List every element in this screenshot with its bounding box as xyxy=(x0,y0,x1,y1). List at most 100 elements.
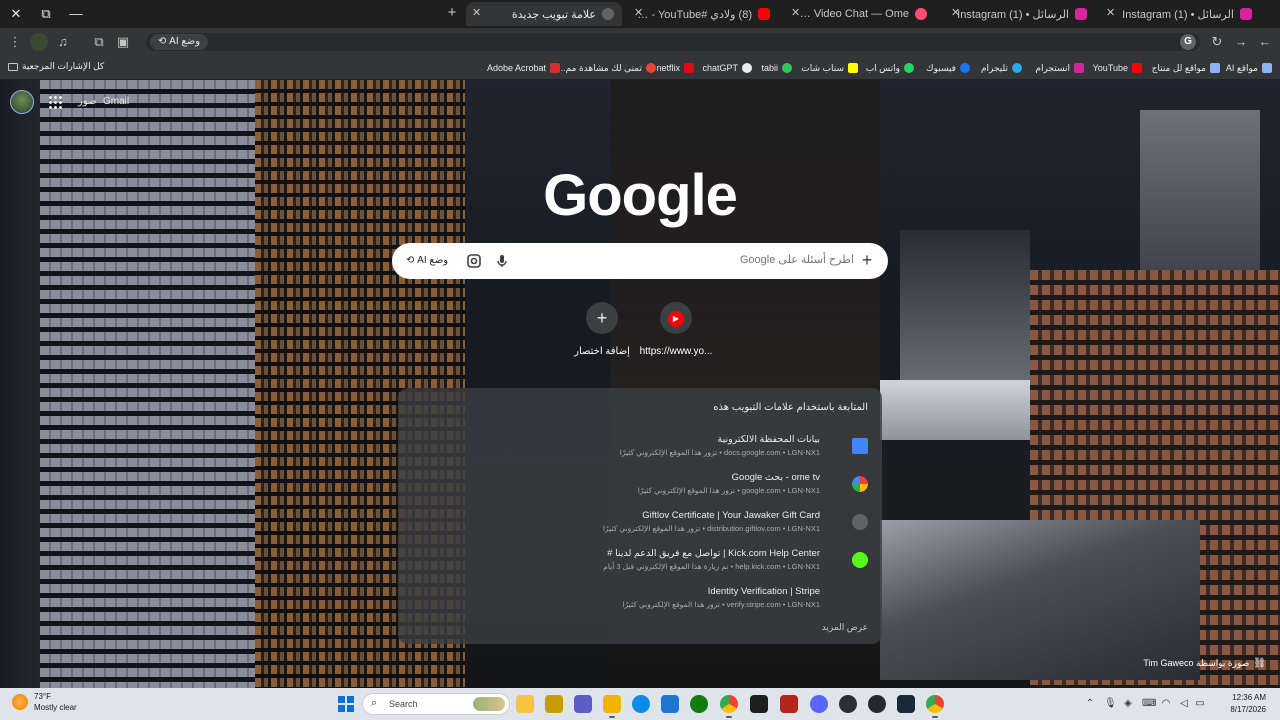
folder-icon[interactable] xyxy=(603,695,621,718)
keyboard-icon[interactable]: ⌨ xyxy=(1142,698,1156,709)
bookmark-tabii[interactable]: tabii xyxy=(761,61,792,75)
microphone-icon[interactable] xyxy=(494,253,510,269)
bookmark-chatgpt[interactable]: chatGPT xyxy=(702,61,752,75)
tab-ometv[interactable]: OmeTV Video Chat — Ome ✕ xyxy=(785,2,935,26)
github-icon[interactable] xyxy=(868,695,886,713)
microphone-icon[interactable]: 🎙 xyxy=(1104,698,1117,709)
bookmark-montage-sites[interactable]: مواقع لل منتاج xyxy=(1152,61,1220,75)
tab-instagram-1[interactable]: الرسائل • (1) Instagram ✕ xyxy=(1100,2,1260,26)
battery-icon[interactable]: ▭ xyxy=(1194,698,1206,709)
window-maximize-button[interactable]: ⧉ xyxy=(34,4,58,24)
obs-icon[interactable] xyxy=(839,695,857,713)
taskbar-search-label: Search xyxy=(389,699,418,709)
google-docs-icon xyxy=(852,438,868,454)
weather-moon-icon xyxy=(12,694,28,710)
bookmark-whatsapp[interactable]: واتس اب xyxy=(866,61,914,75)
close-icon[interactable]: ✕ xyxy=(472,6,481,19)
media-app-icon[interactable] xyxy=(780,695,798,713)
tab-instagram-2[interactable]: الرسائل • (1) Instagram ✕ xyxy=(945,2,1095,26)
bookmark-watch-video[interactable]: تمنى لك مشاهدة مم... xyxy=(558,61,656,75)
file-explorer-icon[interactable] xyxy=(516,695,534,713)
bookmark-ai-sites[interactable]: مواقع AI xyxy=(1226,61,1272,75)
clock-date: 8/17/2026 xyxy=(1230,705,1266,714)
ntp-profile-avatar[interactable] xyxy=(10,90,34,114)
chevron-up-icon[interactable]: ⌃ xyxy=(1084,698,1096,709)
volume-icon[interactable]: ◁ xyxy=(1178,698,1190,709)
tab-youtube[interactable]: (8) ولادي #shorts - YouTube ✕ xyxy=(628,2,778,26)
history-item-title: Kick.com Help Center | تواصل مع فريق الد… xyxy=(607,548,820,559)
store-icon[interactable] xyxy=(661,695,679,713)
bookmark-label: انستجرام xyxy=(1035,62,1070,73)
edge-icon[interactable] xyxy=(632,695,650,713)
bookmark-instagram[interactable]: انستجرام xyxy=(1035,61,1084,75)
screenshot-icon[interactable]: ▣ xyxy=(114,33,132,51)
close-icon[interactable]: ✕ xyxy=(951,6,960,19)
google-logo: Google xyxy=(543,163,738,228)
bookmark-telegram[interactable]: تليجرام xyxy=(981,61,1022,75)
close-icon[interactable]: ✕ xyxy=(634,6,643,19)
arrow-right-icon[interactable]: → xyxy=(1232,33,1250,51)
steam-icon[interactable] xyxy=(897,695,915,713)
gmail-link[interactable]: Gmail xyxy=(103,96,129,107)
history-item[interactable]: Identity Verification | Stripe verify.st… xyxy=(428,584,868,614)
close-icon[interactable]: ✕ xyxy=(791,6,800,19)
location-icon[interactable]: ◈ xyxy=(1122,698,1134,709)
bookmark-netflix[interactable]: netflix xyxy=(656,61,694,75)
media-control-icon[interactable]: ♫ xyxy=(54,33,72,51)
weather-widget[interactable]: 73°F Mostly clear xyxy=(12,692,92,716)
bookmark-label: سناب شات xyxy=(801,62,844,73)
google-lens-button[interactable]: G xyxy=(1180,34,1196,50)
new-tab-button[interactable]: + xyxy=(443,4,461,22)
chrome-active-icon[interactable] xyxy=(926,695,944,718)
window-close-button[interactable]: ✕ xyxy=(4,4,28,24)
kick-icon xyxy=(852,552,868,568)
bookmark-youtube[interactable]: YouTube xyxy=(1093,61,1142,75)
history-item[interactable]: ome tv - بحث Google google.com • LGN-NX1… xyxy=(428,470,868,500)
menu-dots-icon[interactable]: ⋮ xyxy=(6,33,24,51)
history-item[interactable]: Kick.com Help Center | تواصل مع فريق الد… xyxy=(428,546,868,576)
photo-credit-link[interactable]: ⛓صورة بواسطة Tim Gaweco xyxy=(1143,658,1266,672)
start-button[interactable] xyxy=(338,696,354,712)
window-minimize-button[interactable]: — xyxy=(64,4,88,24)
reload-icon[interactable]: ↻ xyxy=(1208,33,1226,51)
google-lens-icon[interactable] xyxy=(466,253,482,269)
add-shortcut-button[interactable]: + إضافة اختصار xyxy=(554,302,650,362)
app-r-icon[interactable] xyxy=(545,695,563,713)
arrow-left-icon[interactable]: ← xyxy=(1256,33,1274,51)
ai-mode-chip[interactable]: وضع AI ⟲ xyxy=(150,34,209,50)
taskbar-search[interactable]: ⌕ Search xyxy=(362,693,510,715)
xbox-icon[interactable] xyxy=(690,695,708,713)
bookmark-facebook[interactable]: فيسبوك xyxy=(926,61,970,75)
all-bookmarks-button[interactable]: كل الإشارات المرجعية xyxy=(8,61,104,72)
tab-new-tab[interactable]: علامة تبويب جديدة ✕ xyxy=(466,2,622,26)
taskbar-clock[interactable]: 12:36 AM 8/17/2026 xyxy=(1206,692,1266,716)
images-link[interactable]: صور xyxy=(78,96,97,107)
terminal-icon[interactable] xyxy=(750,695,768,713)
history-item[interactable]: Giftlov Certificate | Your Jawaker Gift … xyxy=(428,508,868,538)
bookmark-adobe-acrobat[interactable]: Adobe Acrobat xyxy=(487,61,560,75)
address-bar[interactable]: وضع AI ⟲ G xyxy=(146,33,1200,51)
extensions-icon[interactable]: ⧉ xyxy=(90,33,108,51)
discord-icon[interactable] xyxy=(810,695,828,713)
ai-mode-button[interactable]: وضع AI ⟲ xyxy=(400,250,454,272)
bookmark-label: chatGPT xyxy=(702,63,738,73)
bookmark-label: YouTube xyxy=(1092,63,1128,73)
profile-avatar[interactable] xyxy=(30,33,48,51)
close-icon[interactable]: ✕ xyxy=(1106,6,1115,19)
background-photo xyxy=(880,520,1200,680)
plus-icon[interactable]: + xyxy=(858,251,876,269)
bookmarks-bar: كل الإشارات المرجعية مواقع AI مواقع لل م… xyxy=(0,56,1280,80)
history-item-subtitle: help.kick.com • LGN-NX1 • تم زيارة هذا ا… xyxy=(603,562,820,571)
instagram-icon xyxy=(1075,8,1087,20)
search-placeholder[interactable]: اطرح أسئلة على Google xyxy=(740,253,854,266)
chrome-icon[interactable] xyxy=(720,695,738,718)
google-apps-icon[interactable] xyxy=(48,95,62,109)
teams-icon[interactable] xyxy=(574,695,592,713)
bookmark-label: tabii xyxy=(761,63,778,73)
ntp-search-box[interactable]: + اطرح أسئلة على Google وضع AI ⟲ xyxy=(392,243,888,279)
show-more-link[interactable]: عرض المزيد xyxy=(822,622,868,633)
wifi-icon[interactable]: ◠ xyxy=(1160,698,1172,709)
bookmark-snapchat[interactable]: سناب شات xyxy=(801,61,858,75)
history-item[interactable]: بيانات المحفظة الالكترونية docs.google.c… xyxy=(428,432,868,462)
bookmark-label: مواقع AI xyxy=(1225,62,1258,73)
